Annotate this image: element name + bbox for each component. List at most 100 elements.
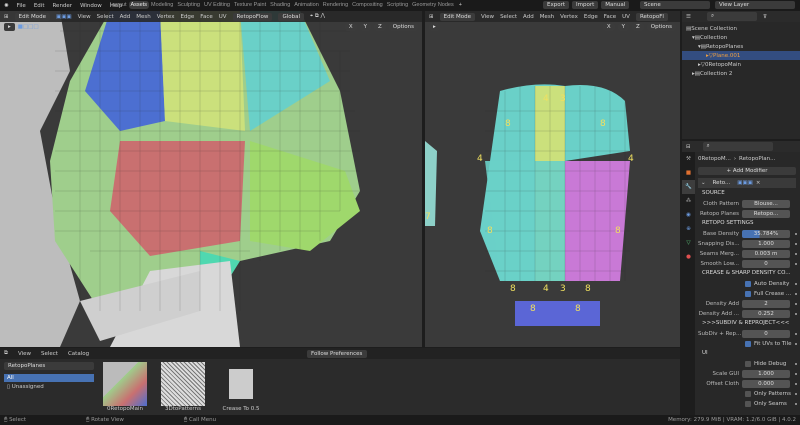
editor-type-icon[interactable]: ⊞ [4, 14, 9, 20]
tab-uv-editing[interactable]: UV Editing [202, 1, 232, 9]
toolbar-toggle-icon[interactable]: ▸ [4, 23, 15, 31]
axis-z[interactable]: Z [631, 23, 644, 31]
editor-type-icon[interactable]: ⊟ [686, 144, 691, 150]
add-workspace-icon[interactable]: + [456, 2, 465, 8]
section-retopo-settings[interactable]: RETOPO SETTINGS [698, 219, 794, 228]
menu-face[interactable]: Face [604, 14, 616, 20]
menu-mesh[interactable]: Mesh [136, 14, 150, 20]
seams-merge-field[interactable]: 0.003 m [742, 249, 790, 258]
section-crease[interactable]: CREASE & SHARP DENSITY CO... [698, 269, 794, 278]
section-ui[interactable]: UI [698, 349, 794, 358]
tab-sculpting[interactable]: Sculpting [175, 1, 202, 9]
menu-view[interactable]: View [78, 14, 91, 20]
menu-mesh[interactable]: Mesh [540, 14, 554, 20]
asset-item[interactable]: Crease To 0.5 [219, 362, 263, 412]
snapping-distance-field[interactable]: 1.000 [742, 239, 790, 248]
section-subdiv[interactable]: >>>SUBDIV & REPROJECT<<< [698, 319, 794, 328]
menu-select[interactable]: Select [97, 14, 114, 20]
menu-select[interactable]: Select [41, 351, 58, 357]
options-button[interactable]: Options [388, 23, 418, 31]
menu-catalog[interactable]: Catalog [68, 351, 89, 357]
tab-geometry-nodes[interactable]: Geometry Nodes [410, 1, 456, 9]
retopo-planes-field[interactable]: Retopo... [742, 209, 790, 218]
menu-uv[interactable]: UV [219, 14, 227, 20]
export-button[interactable]: Export [543, 1, 570, 9]
section-source[interactable]: SOURCE [698, 189, 794, 198]
tab-rendering[interactable]: Rendering [321, 1, 350, 9]
remove-modifier-icon[interactable]: × [756, 180, 761, 186]
auto-density-checkbox[interactable]: Auto Density [698, 279, 800, 288]
toolbar-toggle-icon[interactable]: ▸ [429, 23, 440, 31]
tab-compositing[interactable]: Compositing [350, 1, 385, 9]
editor-type-icon[interactable]: ☰ [686, 14, 691, 20]
menu-render[interactable]: Render [52, 3, 72, 9]
base-density-slider[interactable]: 35.784% [742, 229, 790, 238]
full-crease-checkbox[interactable]: Full Crease ... [698, 289, 800, 298]
menu-view[interactable]: View [18, 351, 31, 357]
viewport-left[interactable]: ⊞ Edit Mode ▣▣▣ View Select Add Mesh Ver… [0, 11, 422, 347]
menu-add[interactable]: Add [523, 14, 534, 20]
collapse-icon[interactable]: ⌄ [701, 180, 706, 186]
viewport-right[interactable]: 4 3 8 8 4 4 8 8 4 3 8 8 8 8 7 ⊞ Edit Mod… [425, 11, 680, 347]
particles-tab-icon[interactable]: ⁂ [682, 194, 695, 208]
catalog-unassigned[interactable]: ▯ Unassigned [4, 382, 94, 392]
add-modifier-button[interactable]: + Add Modifier [698, 167, 796, 175]
menu-vertex[interactable]: Vertex [560, 14, 578, 20]
outliner-item[interactable]: ▾▤ RetopoPlanes [682, 42, 800, 51]
menu-select[interactable]: Select [500, 14, 517, 20]
menu-window[interactable]: Window [80, 3, 102, 9]
menu-face[interactable]: Face [200, 14, 212, 20]
tab-layout[interactable]: Layout [108, 1, 129, 9]
editor-type-icon[interactable]: ⊞ [429, 14, 434, 20]
mode-selector[interactable]: Edit Mode [14, 12, 50, 21]
modifier-tab-icon[interactable]: 🔧 [682, 180, 695, 194]
outliner-item-selected[interactable]: ▸▽ Plane.001 [682, 51, 800, 60]
scale-gui-field[interactable]: 1.000 [742, 369, 790, 378]
outliner-item[interactable]: ▸▤ Collection 2 [682, 69, 800, 78]
view-layer-selector[interactable]: View Layer [715, 1, 795, 9]
import-button[interactable]: Import [572, 1, 599, 9]
only-seams-checkbox[interactable]: Only Seams [698, 399, 800, 408]
properties-search[interactable]: ⌕ [702, 142, 773, 151]
tab-assets[interactable]: Assets [128, 1, 150, 9]
fit-uvs-checkbox[interactable]: Fit UVs to Tile [698, 339, 800, 348]
outliner-item[interactable]: ▾▤ Collection [682, 33, 800, 42]
axis-y[interactable]: Y [359, 23, 371, 31]
constraints-tab-icon[interactable]: ⊕ [682, 222, 695, 236]
tab-texture-paint[interactable]: Texture Paint [232, 1, 268, 9]
modifier-name-field[interactable]: Reto... [708, 179, 735, 187]
offset-cloth-field[interactable]: 0.000 [742, 379, 790, 388]
menu-view[interactable]: View [481, 14, 494, 20]
select-mode-icons[interactable]: ▣▣▣ [56, 14, 72, 20]
axis-y[interactable]: Y [617, 23, 629, 31]
menu-add[interactable]: Add [120, 14, 131, 20]
modifier-toggles-icon[interactable]: ▣▣▣ [737, 180, 753, 186]
tab-scripting[interactable]: Scripting [385, 1, 410, 9]
menu-uv[interactable]: UV [622, 14, 630, 20]
filter-icon[interactable]: ⊽ [763, 14, 767, 20]
catalog-all[interactable]: All [4, 374, 94, 382]
snap-icon[interactable]: ⌖ ⧉ ⋀ [310, 13, 325, 20]
material-tab-icon[interactable]: ● [682, 250, 695, 264]
tool-tab-icon[interactable]: ⚒ [682, 152, 695, 166]
tab-modeling[interactable]: Modeling [149, 1, 175, 9]
smooth-low-field[interactable]: 0 [742, 259, 790, 268]
object-tab-icon[interactable]: ■ [682, 166, 695, 180]
retopoflow-button[interactable]: RetopoFlow [232, 12, 273, 21]
asset-item[interactable]: 3DtoPatterns [161, 362, 205, 412]
outliner-item[interactable]: ▸▽ 0RetopoMain [682, 60, 800, 69]
library-selector[interactable]: RetopoPlanes [4, 362, 94, 370]
blender-logo-icon[interactable]: ✺ [4, 3, 9, 9]
menu-edge[interactable]: Edge [180, 14, 194, 20]
scene-selector[interactable]: Scene [640, 1, 710, 9]
retopoflow-button[interactable]: RetopoFl [635, 12, 668, 21]
data-tab-icon[interactable]: ▽ [682, 236, 695, 250]
axis-x[interactable]: X [344, 23, 357, 31]
axis-z[interactable]: Z [373, 23, 386, 31]
cloth-pattern-field[interactable]: Blouse... [742, 199, 790, 208]
import-method-selector[interactable]: Follow Preferences [307, 349, 367, 358]
menu-edge[interactable]: Edge [584, 14, 598, 20]
menu-edit[interactable]: Edit [34, 3, 45, 9]
hide-debug-checkbox[interactable]: Hide Debug [698, 359, 800, 368]
options-button[interactable]: Options [646, 23, 676, 31]
